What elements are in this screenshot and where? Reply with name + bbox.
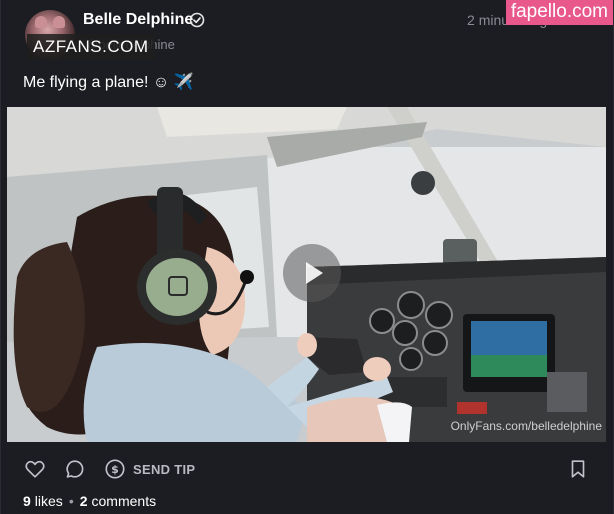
azfans-watermark: AZFANS.COM bbox=[27, 34, 155, 60]
stats-separator: • bbox=[68, 493, 74, 509]
post-stats: 9 likes • 2 comments bbox=[23, 493, 156, 509]
svg-text:$: $ bbox=[111, 463, 119, 476]
fapello-watermark: fapello.com bbox=[505, 0, 613, 25]
comment-bubble-icon[interactable] bbox=[64, 458, 86, 480]
avatar-ear-left bbox=[35, 16, 47, 28]
post-card: Belle Delphine @belledelphine 2 minutes … bbox=[0, 0, 614, 514]
send-tip-button[interactable]: $ SEND TIP bbox=[104, 457, 195, 481]
post-video[interactable]: OnlyFans.com/belledelphine bbox=[7, 107, 606, 442]
display-name[interactable]: Belle Delphine bbox=[83, 11, 193, 29]
send-tip-label: SEND TIP bbox=[133, 461, 196, 477]
verified-badge-icon bbox=[189, 12, 205, 28]
comments-word[interactable]: comments bbox=[92, 493, 157, 509]
likes-count: 9 bbox=[23, 493, 31, 509]
play-icon[interactable] bbox=[283, 244, 341, 302]
avatar-ear-right bbox=[53, 16, 65, 28]
likes-word[interactable]: likes bbox=[35, 493, 63, 509]
post-caption: Me flying a plane! ☺ ✈️ bbox=[23, 74, 194, 91]
bookmark-icon[interactable] bbox=[567, 458, 589, 480]
dollar-circle-icon: $ bbox=[105, 459, 125, 479]
comments-count: 2 bbox=[79, 493, 88, 509]
post-actions-bar: $ SEND TIP bbox=[1, 452, 614, 486]
heart-icon[interactable] bbox=[24, 458, 46, 480]
media-watermark: OnlyFans.com/belledelphine bbox=[450, 419, 602, 433]
